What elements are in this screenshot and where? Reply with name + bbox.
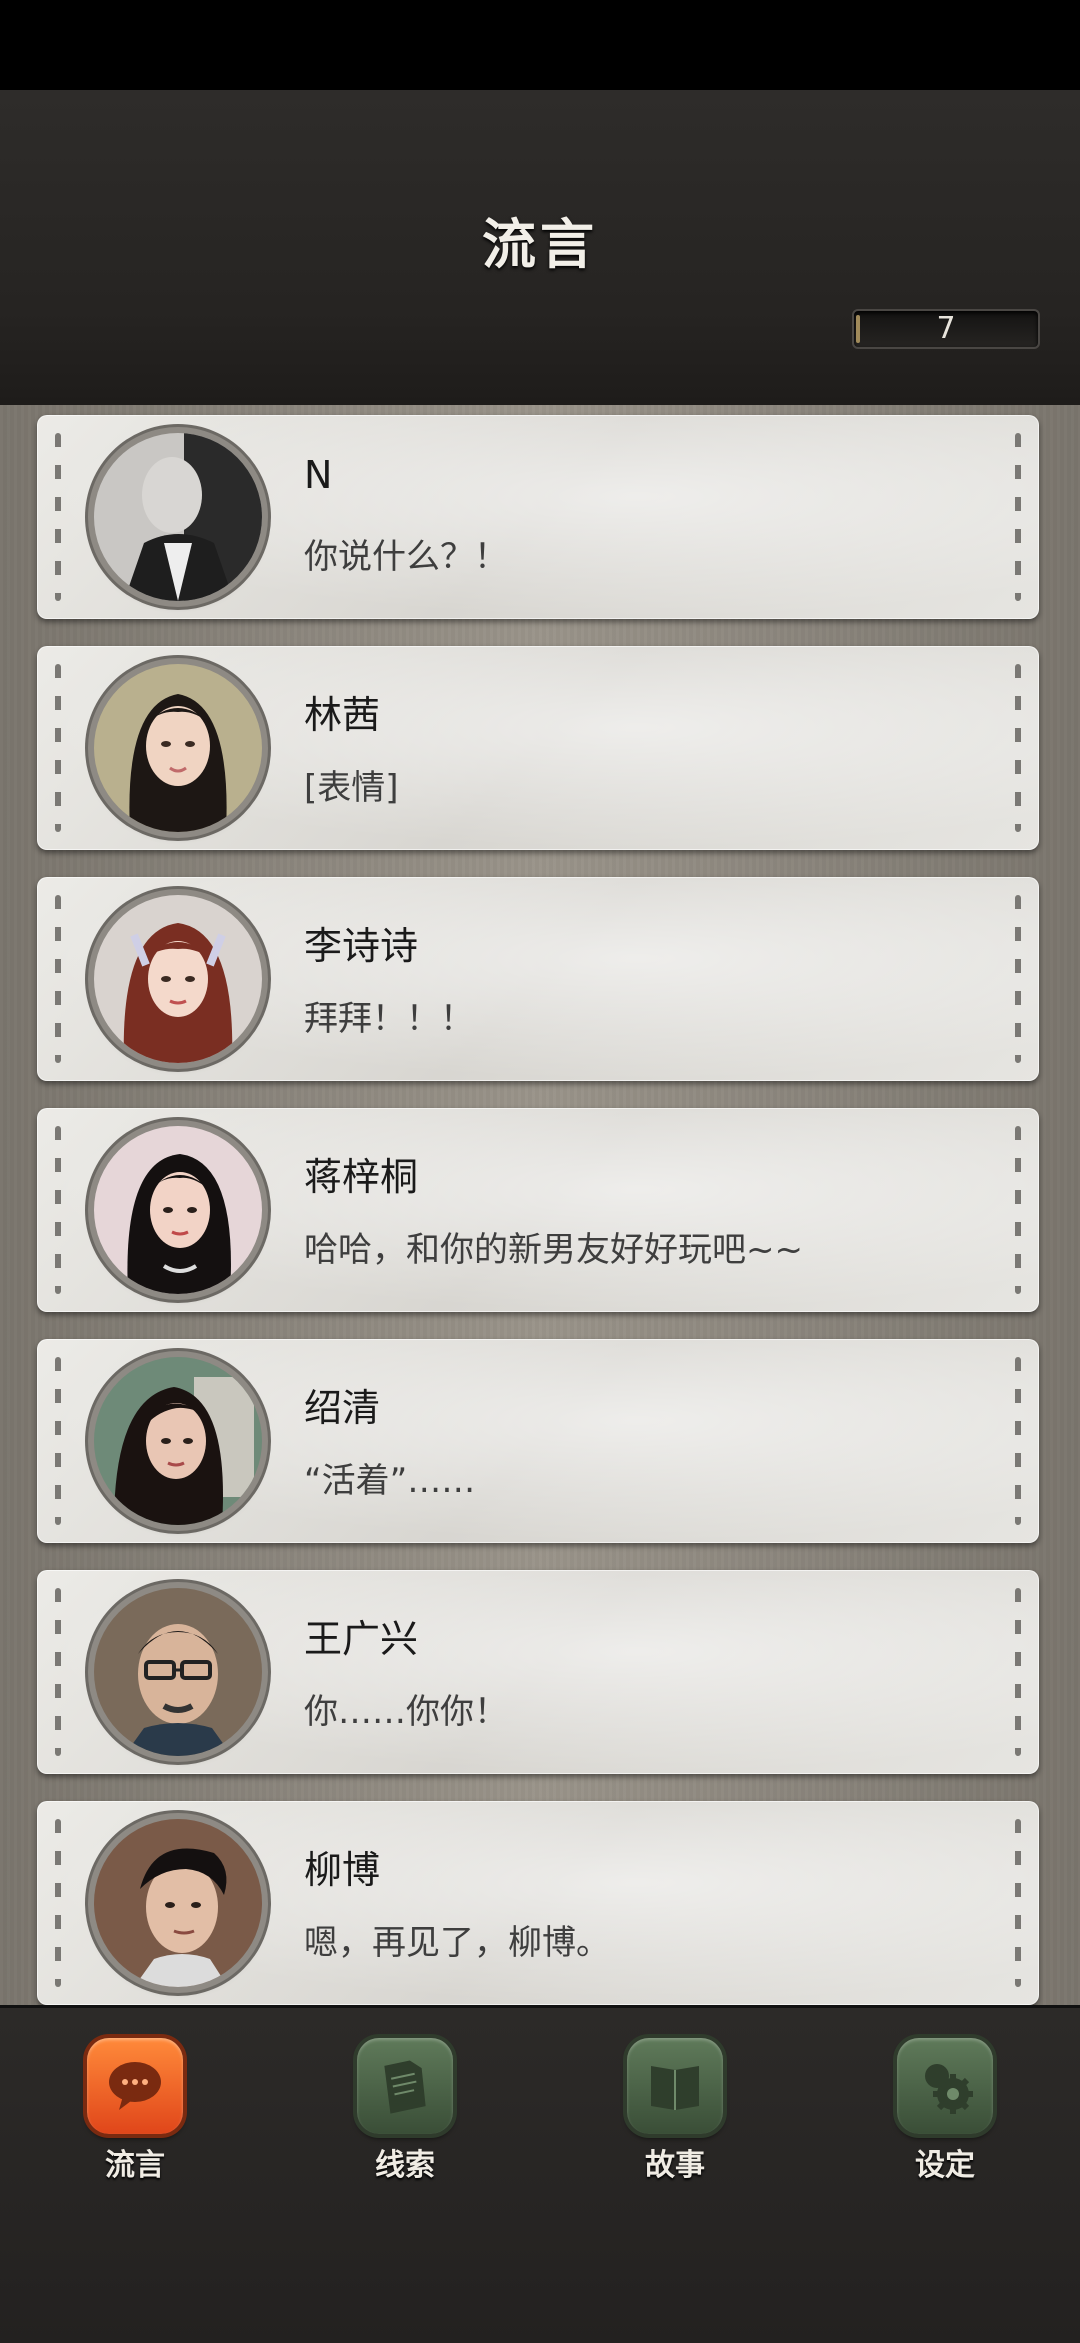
stitch-decoration bbox=[55, 664, 61, 832]
avatar-woman-icon bbox=[94, 1357, 262, 1525]
contact-name: 蒋梓桐 bbox=[304, 1155, 419, 1199]
last-message: 你……你你！ bbox=[304, 1692, 508, 1732]
message-card[interactable]: N 你说什么？！ bbox=[37, 415, 1039, 619]
stitch-decoration bbox=[55, 895, 61, 1063]
chat-bubble-icon bbox=[87, 2038, 183, 2134]
message-card[interactable]: 绍清 “活着”…… bbox=[37, 1339, 1039, 1543]
stitch-decoration bbox=[55, 1819, 61, 1987]
tab-rumors[interactable]: 流言 bbox=[45, 2038, 225, 2188]
stitch-decoration bbox=[55, 1588, 61, 1756]
tab-settings[interactable]: 设定 bbox=[855, 2038, 1035, 2188]
stitch-decoration bbox=[55, 1357, 61, 1525]
last-message: 你说什么？！ bbox=[304, 537, 508, 577]
stitch-decoration bbox=[1015, 1126, 1021, 1294]
message-card[interactable]: 林茜 [表情] bbox=[37, 646, 1039, 850]
book-icon bbox=[627, 2038, 723, 2134]
counter-badge: 7 bbox=[852, 309, 1040, 349]
avatar-man-hidden-face-icon bbox=[94, 433, 262, 601]
stitch-decoration bbox=[1015, 433, 1021, 601]
contact-name: N bbox=[304, 453, 333, 497]
last-message: 哈哈，和你的新男友好好玩吧~~ bbox=[304, 1230, 803, 1270]
contact-name: 李诗诗 bbox=[304, 924, 419, 968]
stitch-decoration bbox=[1015, 895, 1021, 1063]
tab-clues[interactable]: 线索 bbox=[315, 2038, 495, 2188]
tab-label: 线索 bbox=[375, 2148, 435, 2183]
message-card[interactable]: 王广兴 你……你你！ bbox=[37, 1570, 1039, 1774]
stitch-decoration bbox=[1015, 1819, 1021, 1987]
contact-name: 柳博 bbox=[304, 1848, 381, 1892]
tab-label: 故事 bbox=[645, 2148, 705, 2183]
contact-name: 王广兴 bbox=[304, 1617, 419, 1661]
stitch-decoration bbox=[1015, 1588, 1021, 1756]
document-icon bbox=[357, 2038, 453, 2134]
stitch-decoration bbox=[55, 433, 61, 601]
message-card[interactable]: 蒋梓桐 哈哈，和你的新男友好好玩吧~~ bbox=[37, 1108, 1039, 1312]
avatar-woman-icon bbox=[94, 664, 262, 832]
tab-story[interactable]: 故事 bbox=[585, 2038, 765, 2188]
avatar-man-glasses-icon bbox=[94, 1588, 262, 1756]
bottom-nav: 流言 线索 故事 设定 bbox=[0, 2005, 1080, 2343]
avatar-man-icon bbox=[94, 1819, 262, 1987]
page-title: 流言 bbox=[482, 212, 598, 276]
message-card[interactable]: 柳博 嗯，再见了，柳博。 bbox=[37, 1801, 1039, 2005]
last-message: 嗯，再见了，柳博。 bbox=[304, 1923, 610, 1963]
avatar-woman-icon bbox=[94, 895, 262, 1063]
stitch-decoration bbox=[1015, 1357, 1021, 1525]
last-message: “活着”…… bbox=[304, 1461, 476, 1501]
gear-icon bbox=[897, 2038, 993, 2134]
status-bar bbox=[0, 0, 1080, 90]
message-card[interactable]: 李诗诗 拜拜！！！ bbox=[37, 877, 1039, 1081]
avatar-woman-icon bbox=[94, 1126, 262, 1294]
tab-label: 流言 bbox=[105, 2148, 165, 2183]
contact-name: 绍清 bbox=[304, 1386, 381, 1430]
stitch-decoration bbox=[55, 1126, 61, 1294]
stitch-decoration bbox=[1015, 664, 1021, 832]
contact-name: 林茜 bbox=[304, 693, 381, 737]
last-message: [表情] bbox=[304, 768, 399, 808]
last-message: 拜拜！！！ bbox=[304, 999, 474, 1039]
tab-label: 设定 bbox=[915, 2148, 975, 2183]
message-list[interactable]: N 你说什么？！ 林茜 [表情] 李诗诗 拜拜！！！ 蒋梓桐 哈哈，和你的新男友… bbox=[0, 405, 1080, 2005]
counter-value: 7 bbox=[936, 311, 956, 346]
